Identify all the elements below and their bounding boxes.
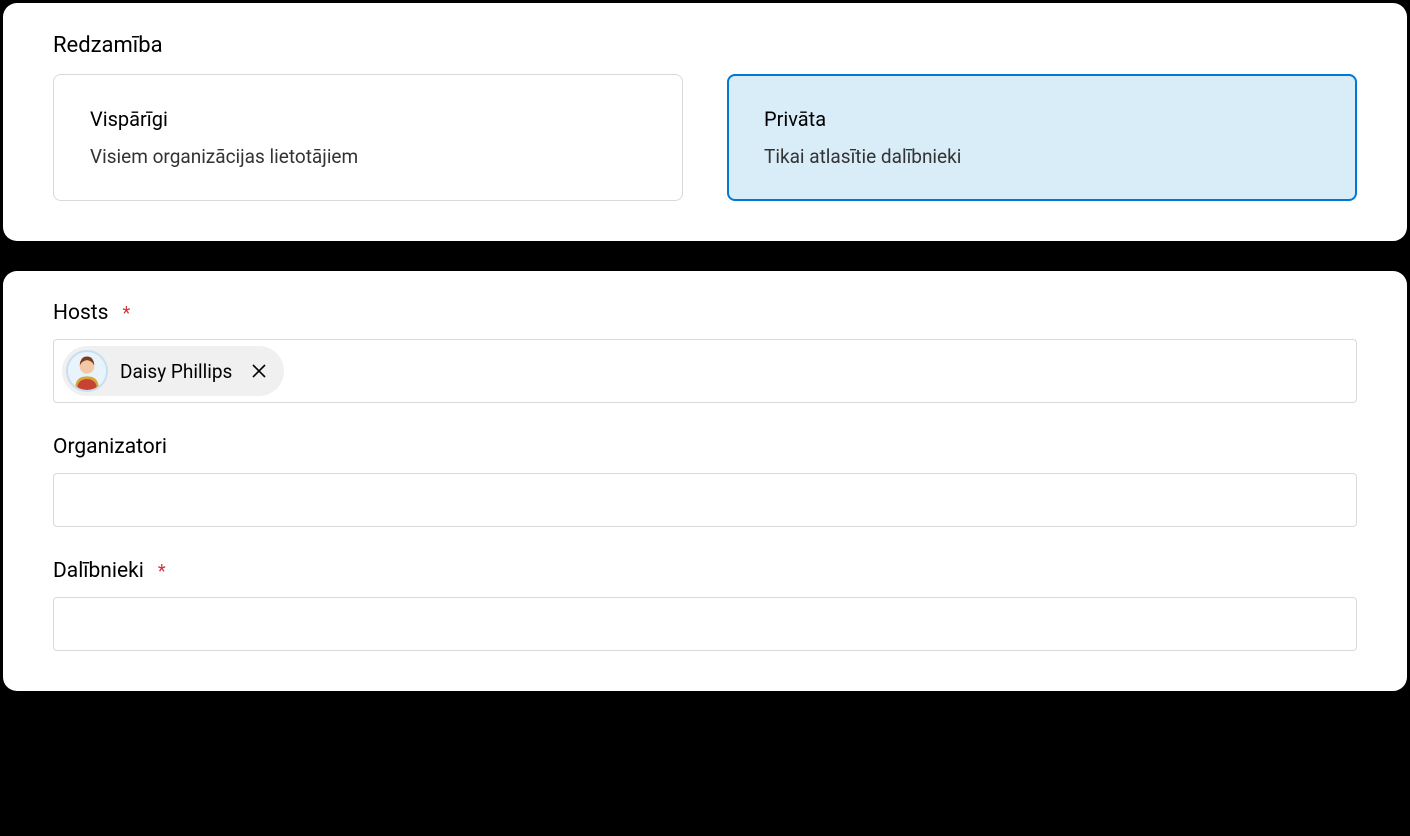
organizers-field-group: Organizatori xyxy=(53,435,1357,527)
visibility-options-row: Vispārīgi Visiem organizācijas lietotāji… xyxy=(53,74,1357,201)
close-icon xyxy=(251,363,267,379)
hosts-label-row: Hosts * xyxy=(53,301,1357,325)
visibility-panel: Redzamība Vispārīgi Visiem organizācijas… xyxy=(3,3,1407,241)
members-field-group: Dalībnieki * xyxy=(53,559,1357,651)
required-asterisk-icon: * xyxy=(158,563,166,581)
hosts-label: Hosts xyxy=(53,301,109,325)
chip-name: Daisy Phillips xyxy=(120,360,232,383)
option-desc: Visiem organizācijas lietotājiem xyxy=(90,145,646,168)
avatar-icon xyxy=(68,352,106,390)
hosts-input[interactable]: Daisy Phillips xyxy=(53,339,1357,403)
visibility-heading: Redzamība xyxy=(53,33,1357,58)
chip-remove-button[interactable] xyxy=(248,360,270,382)
organizers-label: Organizatori xyxy=(53,435,167,459)
participants-panel: Hosts * Daisy Phillips xyxy=(3,271,1407,691)
members-label: Dalībnieki xyxy=(53,559,144,583)
hosts-field-group: Hosts * Daisy Phillips xyxy=(53,301,1357,403)
visibility-option-general[interactable]: Vispārīgi Visiem organizācijas lietotāji… xyxy=(53,74,683,201)
avatar xyxy=(66,350,108,392)
members-input[interactable] xyxy=(53,597,1357,651)
host-chip: Daisy Phillips xyxy=(62,346,284,396)
organizers-input[interactable] xyxy=(53,473,1357,527)
visibility-option-private[interactable]: Privāta Tikai atlasītie dalībnieki xyxy=(727,74,1357,201)
members-label-row: Dalībnieki * xyxy=(53,559,1357,583)
required-asterisk-icon: * xyxy=(123,305,131,323)
option-title: Vispārīgi xyxy=(90,107,646,131)
option-desc: Tikai atlasītie dalībnieki xyxy=(764,145,1320,168)
option-title: Privāta xyxy=(764,107,1320,131)
organizers-label-row: Organizatori xyxy=(53,435,1357,459)
